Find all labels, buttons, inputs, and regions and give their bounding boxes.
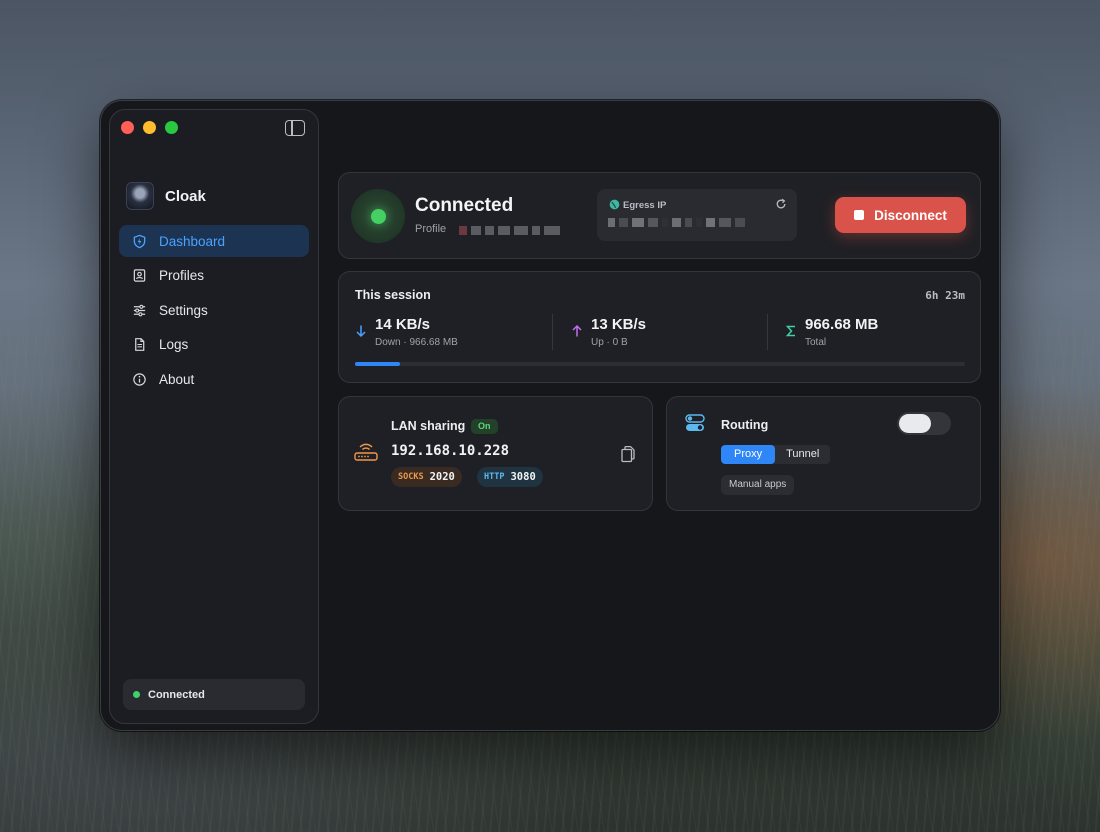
sidebar-connection-status: Connected [123, 679, 305, 710]
connection-status-title: Connected [415, 195, 514, 216]
total-transferred: 966.68 MB [805, 316, 879, 333]
session-duration: 6h 23m [925, 289, 965, 302]
connection-card: Connected Profile Egress IP Disconnect [338, 172, 981, 259]
sidebar-item-label: Profiles [159, 268, 205, 283]
lan-status-badge: On [471, 419, 498, 434]
sigma-icon [785, 325, 795, 337]
lan-ip-address: 192.168.10.228 [391, 443, 510, 459]
close-window-button[interactable] [121, 121, 134, 134]
download-rate: 14 KB/s [375, 316, 431, 333]
copy-icon[interactable] [620, 445, 636, 463]
egress-ip-label: Egress IP [623, 200, 667, 211]
http-port: 3080 [510, 471, 536, 483]
routing-mode-selector: Proxy Tunnel [721, 445, 831, 464]
socks-port: 2020 [429, 471, 455, 483]
sidebar: Cloak Dashboard Profiles Settings Logs A… [109, 109, 319, 724]
session-progress-bar [355, 362, 965, 366]
stop-icon [854, 210, 865, 220]
window-controls [121, 121, 178, 134]
profile-name-redacted [459, 226, 560, 235]
stat-divider [552, 314, 553, 350]
app-name: Cloak [165, 187, 206, 205]
sliders-icon [131, 302, 147, 318]
info-icon [131, 371, 147, 387]
router-icon [354, 443, 378, 461]
disconnect-button[interactable]: Disconnect [835, 197, 966, 233]
egress-ip-box: Egress IP [597, 189, 797, 241]
arrow-up-icon [572, 324, 582, 337]
sidebar-item-label: Settings [159, 302, 208, 318]
routing-card: Routing Proxy Tunnel Manual apps [666, 396, 981, 511]
sidebar-item-label: Dashboard [159, 233, 226, 249]
sidebar-item-dashboard[interactable]: Dashboard [119, 225, 309, 257]
sidebar-toggle-icon[interactable] [285, 120, 305, 136]
download-detail: Down · 966.68 MB [375, 337, 458, 348]
zoom-window-button[interactable] [165, 121, 178, 134]
brand: Cloak [126, 182, 206, 210]
lan-sharing-card: LAN sharing On 192.168.10.228 SOCKS 2020… [338, 396, 653, 511]
connection-indicator-icon [351, 189, 405, 243]
mode-proxy-button[interactable]: Proxy [721, 445, 776, 464]
document-icon [131, 337, 147, 353]
profile-label: Profile [415, 223, 447, 235]
disconnect-label: Disconnect [874, 207, 947, 223]
egress-ip-redacted [608, 218, 745, 227]
socks-port-chip: SOCKS 2020 [391, 467, 462, 487]
sidebar-item-profiles[interactable]: Profiles [119, 260, 309, 292]
sidebar-item-label: Logs [159, 337, 189, 352]
session-title: This session [355, 288, 431, 302]
app-window: Cloak Dashboard Profiles Settings Logs A… [100, 100, 1000, 731]
status-dot-icon [133, 691, 140, 698]
stat-divider [767, 314, 768, 350]
toggle-knob [899, 414, 931, 433]
sidebar-item-settings[interactable]: Settings [119, 294, 309, 326]
sidebar-nav: Dashboard Profiles Settings Logs About [119, 225, 309, 398]
session-progress-fill [355, 362, 401, 366]
routing-title: Routing [721, 418, 769, 432]
mode-tunnel-button[interactable]: Tunnel [775, 445, 830, 464]
http-label: HTTP [484, 472, 505, 482]
sidebar-item-label: About [159, 371, 195, 387]
minimize-window-button[interactable] [143, 121, 156, 134]
profile-card-icon [131, 268, 147, 284]
upload-rate: 13 KB/s [591, 316, 647, 333]
http-port-chip: HTTP 3080 [477, 467, 543, 487]
arrow-down-icon [356, 325, 366, 338]
session-card: This session 6h 23m 14 KB/s Down · 966.6… [338, 271, 981, 383]
sidebar-status-label: Connected [148, 688, 205, 701]
shield-bolt-icon [131, 233, 147, 249]
upload-detail: Up · 0 B [591, 337, 628, 348]
total-label: Total [805, 337, 827, 348]
app-logo [126, 182, 154, 210]
routing-toggle-icon [685, 414, 705, 431]
sidebar-item-about[interactable]: About [119, 363, 309, 395]
manual-apps-button[interactable]: Manual apps [721, 475, 795, 495]
socks-label: SOCKS [398, 472, 424, 482]
refresh-icon[interactable] [775, 198, 787, 210]
routing-toggle[interactable] [897, 412, 951, 435]
globe-icon [609, 199, 620, 210]
sidebar-item-logs[interactable]: Logs [119, 329, 309, 361]
lan-sharing-title: LAN sharing [391, 419, 466, 433]
